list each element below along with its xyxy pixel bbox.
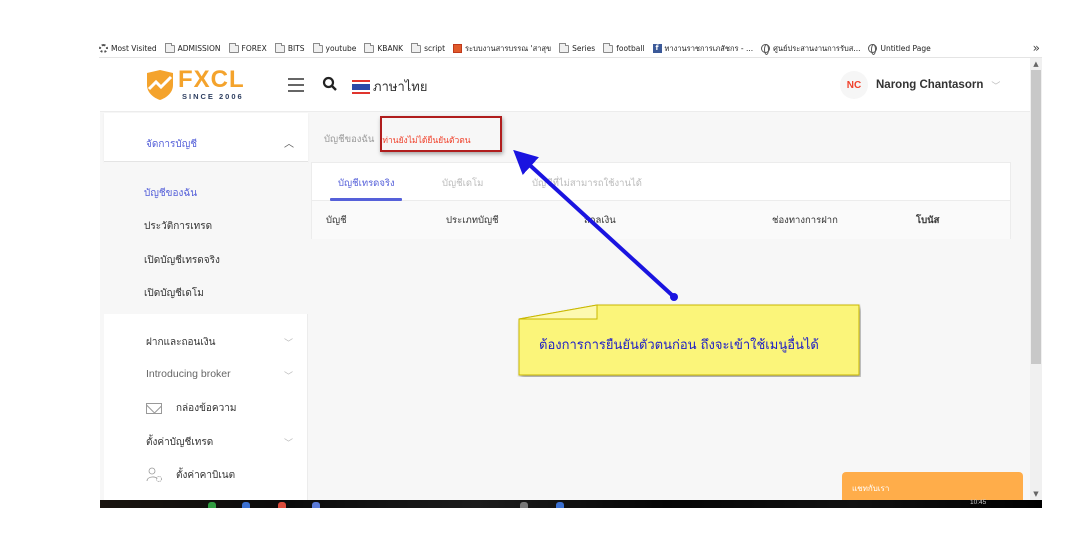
- sidebar-item-introducing-broker[interactable]: Introducing broker: [146, 368, 231, 380]
- chevron-down-icon: ﹀: [283, 439, 293, 449]
- sidebar-group-account-management[interactable]: จัดการบัญชี ︿: [104, 113, 308, 162]
- user-menu[interactable]: NC Narong Chantasorn ﹀: [840, 71, 1000, 99]
- folder-icon: [364, 42, 375, 53]
- sidebar-submenu: บัญชีของฉัน ประวัติการเทรด เปิดบัญชีเทรด…: [104, 162, 308, 314]
- account-tabs: บัญชีเทรดจริง บัญชีเดโม บัญชีที่ไม่สามาร…: [312, 163, 1010, 201]
- facebook-icon: f: [652, 44, 662, 53]
- column-header-account-type: ประเภทบัญชี: [446, 215, 499, 226]
- shield-logo-icon: [147, 70, 173, 100]
- taskbar-clock: 10:45: [970, 499, 987, 506]
- user-settings-icon: [146, 467, 162, 482]
- sidebar-item-label: ตั้งค่าบัญชีเทรด: [146, 437, 214, 448]
- logo-tagline: SINCE 2006: [182, 92, 244, 101]
- more-bookmarks-button[interactable]: »: [1033, 41, 1040, 55]
- app-icon: [453, 44, 463, 53]
- folder-icon: [411, 42, 422, 53]
- tab-real-accounts[interactable]: บัญชีเทรดจริง: [338, 176, 395, 191]
- chevron-down-icon: ﹀: [991, 81, 1001, 92]
- column-header-deposit-channel: ช่องทางการฝาก: [772, 215, 838, 226]
- chevron-down-icon: ﹀: [283, 339, 293, 349]
- sidebar-item-label: ฝากและถอนเงิน: [146, 337, 216, 348]
- folder-icon: [312, 42, 323, 53]
- sidebar-item-deposit-withdraw[interactable]: ฝากและถอนเงิน: [146, 335, 306, 350]
- bookmarks-bar: Most Visited ADMISSION FOREX BITS youtub…: [99, 40, 1042, 58]
- tab-demo-accounts[interactable]: บัญชีเดโม: [442, 176, 483, 191]
- taskbar-app-icon[interactable]: [208, 502, 216, 508]
- taskbar-app-icon[interactable]: [520, 502, 528, 508]
- breadcrumb-current: บัญชีของฉัน: [324, 134, 375, 145]
- bookmark-sarabun[interactable]: ระบบงานสารบรรณ 'สาสุข: [453, 43, 551, 55]
- taskbar-app-icon[interactable]: [242, 502, 250, 508]
- language-label: ภาษาไทย: [373, 80, 428, 95]
- bookmark-script[interactable]: script: [411, 42, 445, 53]
- sidebar-item-open-real-account[interactable]: เปิดบัญชีเทรดจริง: [144, 253, 220, 268]
- bookmark-forex[interactable]: FOREX: [228, 42, 267, 53]
- hamburger-icon: [288, 78, 304, 80]
- sidebar-item-label: Introducing broker: [146, 368, 231, 380]
- scroll-up-arrow-icon[interactable]: ▲: [1030, 58, 1042, 70]
- scroll-thumb[interactable]: [1031, 70, 1041, 364]
- taskbar-app-icon[interactable]: [556, 502, 564, 508]
- search-icon[interactable]: [322, 76, 338, 92]
- page-viewport: FXCL SINCE 2006 ภาษาไทย NC Narong Chanta…: [100, 58, 1030, 500]
- breadcrumb: บัญชีของฉัน ท่านยังไม่ได้ยืนยันตัวตน: [324, 132, 471, 147]
- column-header-account: บัญชี: [326, 215, 347, 226]
- logo-text: FXCL: [178, 66, 245, 93]
- chevron-down-icon: ﹀: [283, 372, 293, 382]
- accounts-table-header: บัญชี ประเภทบัญชี สกุลเงิน ช่องทางการฝาก…: [312, 201, 1010, 239]
- sidebar-group-label: จัดการบัญชี: [146, 139, 198, 150]
- column-header-currency: สกุลเงิน: [584, 215, 616, 226]
- language-selector[interactable]: ภาษาไทย: [352, 76, 427, 97]
- globe-icon: [761, 44, 771, 55]
- sidebar-item-my-accounts[interactable]: บัญชีของฉัน: [144, 186, 197, 201]
- bookmark-most-visited[interactable]: Most Visited: [99, 44, 157, 53]
- globe-icon: [868, 44, 878, 55]
- gear-icon: [99, 44, 108, 53]
- folder-icon: [228, 42, 239, 53]
- bookmark-coordination[interactable]: ศูนย์ประสานงานการรับส...: [761, 43, 860, 55]
- chat-with-us-button[interactable]: แชทกับเรา: [842, 472, 1023, 502]
- chevron-up-icon: ︿: [284, 139, 294, 150]
- sidebar-item-trade-account-settings[interactable]: ตั้งค่าบัญชีเทรด: [146, 435, 213, 450]
- envelope-icon: [146, 403, 162, 414]
- site-header: FXCL SINCE 2006 ภาษาไทย NC Narong Chanta…: [100, 58, 1030, 112]
- folder-icon: [164, 42, 175, 53]
- bookmark-youtube[interactable]: youtube: [312, 42, 356, 53]
- bookmark-kbank[interactable]: KBANK: [364, 42, 403, 53]
- bookmark-series[interactable]: Series: [559, 42, 595, 53]
- page-scrollbar[interactable]: ▲ ▼: [1030, 58, 1042, 500]
- sidebar-item-inbox[interactable]: กล่องข้อความ: [146, 401, 236, 416]
- verification-warning[interactable]: ท่านยังไม่ได้ยืนยันตัวตน: [382, 133, 470, 147]
- sidebar-item-label: กล่องข้อความ: [176, 403, 237, 414]
- avatar: NC: [840, 71, 868, 99]
- annotation-callout-text: ต้องการการยืนยันตัวตนก่อน ถึงจะเข้าใช้เม…: [539, 338, 819, 353]
- fxcl-logo[interactable]: FXCL SINCE 2006: [144, 66, 254, 104]
- sidebar: จัดการบัญชี ︿ บัญชีของฉัน ประวัติการเทรด…: [104, 113, 308, 500]
- scroll-down-arrow-icon[interactable]: ▼: [1030, 488, 1042, 500]
- bookmark-untitled[interactable]: Untitled Page: [868, 44, 931, 55]
- taskbar-app-icon[interactable]: [278, 502, 286, 508]
- folder-icon: [274, 42, 285, 53]
- sidebar-item-open-demo-account[interactable]: เปิดบัญชีเดโม: [144, 286, 204, 301]
- bookmark-admission[interactable]: ADMISSION: [164, 42, 221, 53]
- thai-flag-icon: [352, 79, 370, 94]
- tab-inactive-accounts[interactable]: บัญชีที่ไม่สามารถใช้งานได้: [532, 176, 642, 191]
- folder-icon: [559, 42, 570, 53]
- sidebar-item-label: ตั้งค่าคาบิเนต: [176, 469, 236, 481]
- sidebar-item-trade-history[interactable]: ประวัติการเทรด: [144, 219, 212, 234]
- bookmark-facebook[interactable]: f ทางานราชการเภสัชกร - ...: [652, 43, 753, 55]
- sidebar-item-cabinet-settings[interactable]: ตั้งค่าคาบิเนต: [146, 467, 235, 483]
- user-name: Narong Chantasorn: [876, 79, 984, 91]
- accounts-card: บัญชีเทรดจริง บัญชีเดโม บัญชีที่ไม่สามาร…: [311, 162, 1011, 239]
- bookmark-football[interactable]: football: [603, 42, 645, 53]
- bookmark-bits[interactable]: BITS: [274, 42, 305, 53]
- taskbar-app-icon[interactable]: [312, 502, 320, 508]
- os-taskbar: 10:45: [100, 499, 1042, 508]
- column-header-bonus: โบนัส: [916, 215, 940, 226]
- folder-icon: [603, 42, 614, 53]
- menu-toggle-button[interactable]: [288, 78, 304, 92]
